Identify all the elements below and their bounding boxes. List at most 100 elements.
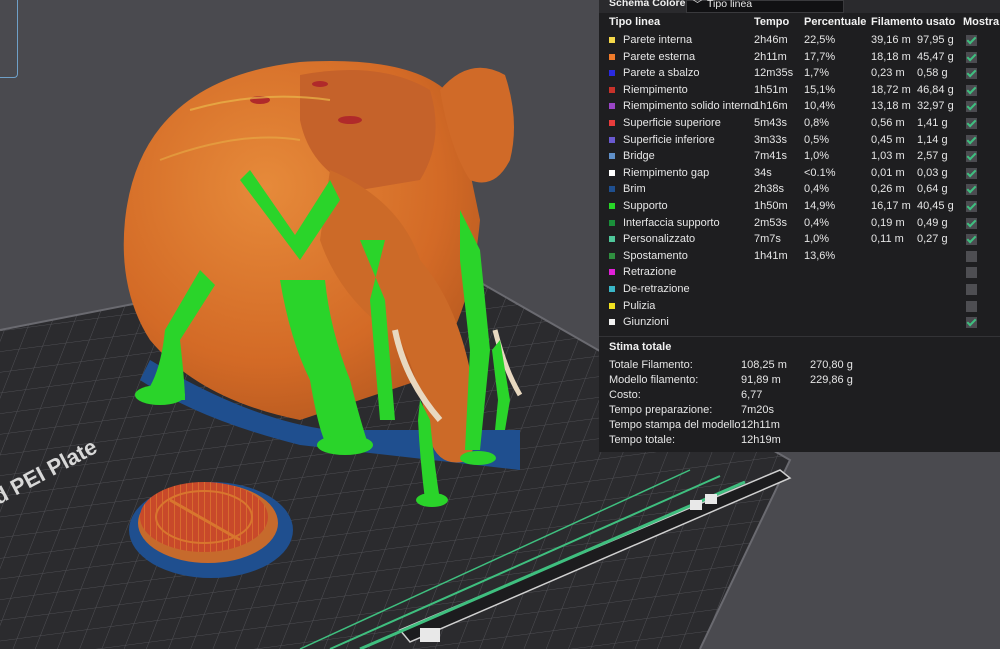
show-checkbox[interactable]: [966, 300, 977, 312]
line-type-time: 7m41s: [754, 150, 788, 163]
line-type-percent: 17,7%: [804, 50, 836, 63]
line-type-name: Bridge: [623, 150, 655, 163]
legend-row: Personalizzato 7m7s 1,0% 0,11 m 0,27 g: [599, 231, 1000, 248]
line-type-time: 12m35s: [754, 67, 794, 80]
line-type-percent: <0.1%: [804, 166, 836, 179]
show-checkbox[interactable]: [966, 118, 977, 129]
line-type-name: Parete esterna: [623, 50, 696, 63]
line-type-meters: 13,18 m: [871, 100, 911, 113]
line-type-name: Spostamento: [623, 249, 688, 262]
line-type-grams: 32,97 g: [917, 100, 954, 113]
legend-row: Parete interna 2h46m 22,5% 39,16 m 97,95 g: [599, 32, 1000, 49]
estimate-row: Modello filamento: 91,89 m 229,86 g: [609, 374, 989, 389]
line-type-meters: 0,26 m: [871, 183, 905, 196]
show-checkbox[interactable]: [966, 68, 977, 80]
show-checkbox[interactable]: [966, 201, 977, 212]
line-type-meters: 1,03 m: [871, 150, 905, 163]
show-checkbox[interactable]: [966, 35, 977, 46]
show-checkbox[interactable]: [966, 317, 977, 329]
line-type-percent: 0,8%: [804, 117, 830, 129]
color-swatch: [609, 252, 615, 259]
estimate-row: Tempo totale: 12h19m: [609, 434, 989, 449]
left-panel-edge: [0, 0, 18, 78]
color-swatch: [609, 136, 615, 143]
line-type-grams: 46,84 g: [917, 83, 954, 96]
color-swatch: [609, 186, 615, 193]
line-type-percent: 1,7%: [804, 67, 830, 80]
line-type-time: 1h50m: [754, 200, 788, 212]
color-swatch: [609, 103, 615, 110]
legend-row: Pulizia: [599, 298, 1000, 315]
show-checkbox[interactable]: [966, 134, 977, 146]
show-checkbox[interactable]: [966, 101, 977, 113]
divider: [599, 336, 1000, 337]
line-type-name: Brim: [623, 183, 646, 196]
line-type-name: Parete a sbalzo: [623, 67, 700, 80]
chevron-down-icon: ﹀: [692, 0, 703, 11]
line-type-name: Personalizzato: [623, 233, 696, 246]
line-type-grams: 1,14 g: [917, 133, 948, 146]
estimate-label: Modello filamento:: [609, 374, 699, 386]
line-type-grams: 97,95 g: [917, 34, 954, 46]
line-type-grams: 0,64 g: [917, 183, 948, 196]
col-header-type: Tipo linea: [609, 16, 661, 28]
estimate-value: 6,77: [741, 389, 763, 401]
legend-row: Riempimento gap 34s <0.1% 0,01 m 0,03 g: [599, 165, 1000, 182]
line-type-percent: 13,6%: [804, 249, 836, 262]
line-type-name: Pulizia: [623, 299, 656, 312]
color-swatch: [609, 120, 615, 126]
legend-row: Spostamento 1h41m 13,6%: [599, 248, 1000, 265]
line-type-name: Riempimento solido interno: [623, 100, 757, 113]
color-swatch: [609, 236, 615, 243]
col-header-show: Mostra: [963, 16, 1000, 28]
show-checkbox[interactable]: [966, 151, 977, 163]
line-type-name: Superficie inferiore: [623, 133, 715, 146]
show-checkbox[interactable]: [966, 267, 977, 279]
line-type-meters: 0,11 m: [871, 233, 904, 246]
color-swatch: [609, 53, 615, 60]
color-scheme-header: Schema Colore ﹀ Tipo linea: [599, 0, 1000, 13]
line-type-percent: 0,5%: [804, 133, 830, 146]
legend-row: Supporto 1h50m 14,9% 16,17 m 40,45 g: [599, 198, 1000, 215]
show-checkbox[interactable]: [966, 234, 977, 246]
estimate-row: Tempo preparazione: 7m20s: [609, 404, 989, 419]
legend-row: Retrazione: [599, 264, 1000, 281]
line-type-time: 1h16m: [754, 100, 788, 113]
show-checkbox[interactable]: [966, 167, 977, 179]
line-type-percent: 10,4%: [804, 100, 836, 113]
legend-row: Brim 2h38s 0,4% 0,26 m 0,64 g: [599, 181, 1000, 198]
estimate-value: 12h11m: [741, 419, 780, 431]
show-checkbox[interactable]: [966, 217, 977, 229]
line-type-time: 5m43s: [754, 117, 788, 129]
show-checkbox[interactable]: [966, 250, 977, 262]
line-type-name: Supporto: [623, 200, 668, 212]
color-scheme-label: Schema Colore: [609, 0, 686, 9]
line-type-name: Superficie superiore: [623, 117, 721, 129]
col-header-time: Tempo: [754, 16, 790, 28]
line-type-percent: 22,5%: [804, 34, 836, 46]
line-type-name: De-retrazione: [623, 283, 690, 295]
line-type-meters: 0,56 m: [871, 117, 905, 129]
estimate-value-secondary: 229,86 g: [810, 374, 853, 386]
color-swatch: [609, 269, 615, 276]
estimate-title: Stima totale: [609, 341, 672, 353]
show-checkbox[interactable]: [966, 51, 977, 63]
line-type-time: 7m7s: [754, 233, 781, 246]
color-swatch: [609, 153, 615, 160]
color-scheme-select[interactable]: ﹀ Tipo linea: [686, 0, 844, 13]
estimate-row: Costo: 6,77: [609, 389, 989, 404]
color-swatch: [609, 286, 615, 292]
line-type-percent: 1,0%: [804, 233, 830, 246]
col-header-filament: Filamento usato: [871, 16, 956, 28]
estimate-row: Tempo stampa del modello: 12h11m: [609, 419, 989, 434]
show-checkbox[interactable]: [966, 84, 977, 96]
estimate-row: Totale Filamento: 108,25 m 270,80 g: [609, 359, 989, 374]
show-checkbox[interactable]: [966, 184, 977, 196]
show-checkbox[interactable]: [966, 284, 977, 295]
color-swatch: [609, 302, 615, 309]
line-type-grams: 45,47 g: [917, 50, 954, 63]
line-type-meters: 39,16 m: [871, 34, 911, 46]
estimate-value: 12h19m: [741, 434, 781, 446]
estimate-label: Tempo stampa del modello:: [609, 419, 744, 431]
line-type-time: 34s: [754, 166, 772, 179]
